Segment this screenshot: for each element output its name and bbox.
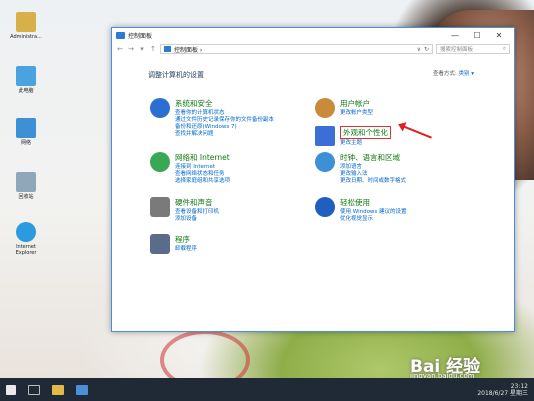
window-title: 控制面板	[128, 32, 153, 40]
programs-icon	[150, 234, 170, 254]
category-title[interactable]: 硬件和声音	[175, 197, 219, 208]
taskbar: 23:12 2018/6/27 星期三	[0, 378, 534, 401]
category-link[interactable]: 通过文件历史记录保存你的文件备份副本	[175, 117, 274, 124]
category-link[interactable]: 更改日期、时间或数字格式	[340, 178, 406, 185]
recent-locations-button[interactable]: ▾	[138, 45, 146, 53]
category-system-security: 系统和安全 查看你的计算机状态 通过文件历史记录保存你的文件备份副本 备份和还原…	[150, 98, 274, 138]
category-title[interactable]: 系统和安全	[175, 98, 274, 109]
category-user-accounts: 用户帐户 更改帐户类型	[315, 98, 373, 118]
control-panel-icon	[116, 31, 125, 39]
address-field[interactable]: 控制面板 › ∨ ↻	[160, 44, 433, 54]
start-button[interactable]	[6, 384, 16, 395]
category-link[interactable]: 添加设备	[175, 216, 219, 223]
maximize-button[interactable]: ☐	[466, 31, 488, 40]
category-appearance-personalization: 外观和个性化 更改主题	[315, 126, 391, 147]
desktop-icon-network[interactable]: 网络	[6, 118, 46, 146]
view-by-label: 查看方式:	[432, 71, 457, 77]
category-clock-language-region: 时钟、语言和区域 添加语言 更改输入法 更改日期、时间或数字格式	[315, 152, 406, 185]
category-title[interactable]: 外观和个性化	[340, 126, 391, 139]
category-link[interactable]: 选择家庭组和共享选项	[175, 178, 230, 185]
category-link[interactable]: 查看你的计算机状态	[175, 110, 274, 117]
clock-icon	[315, 152, 335, 172]
category-ease-of-access: 轻松使用 使用 Windows 建议的设置 优化视觉显示	[315, 197, 407, 223]
category-title[interactable]: 用户帐户	[340, 98, 373, 109]
desktop-icon-internet-explorer[interactable]: Internet Explorer	[6, 222, 46, 256]
control-panel-window: 控制面板 — ☐ ✕ ← → ▾ ↑ 控制面板 › ∨ ↻ 搜索控制面板 ⌕ 调…	[111, 27, 515, 332]
ie-icon	[16, 222, 36, 242]
view-by: 查看方式: 类别 ▾	[433, 69, 474, 77]
control-panel-taskbar-icon[interactable]	[76, 384, 88, 395]
accessibility-icon	[315, 197, 335, 217]
back-button[interactable]: ←	[116, 45, 124, 53]
category-link[interactable]: 更改输入法	[340, 171, 406, 178]
category-title[interactable]: 时钟、语言和区域	[340, 152, 406, 163]
desktop-icon-this-pc[interactable]: 此电脑	[6, 66, 46, 94]
clock-time: 23:12	[510, 382, 528, 390]
forward-button[interactable]: →	[127, 45, 135, 53]
view-by-dropdown[interactable]: 类别 ▾	[458, 71, 474, 77]
category-link[interactable]: 备份和还原(Windows 7)	[175, 124, 274, 131]
category-title[interactable]: 程序	[175, 234, 197, 245]
category-link[interactable]: 卸载程序	[175, 246, 197, 253]
system-tray[interactable]: 23:12 2018/6/27 星期三	[477, 383, 528, 397]
category-programs: 程序 卸载程序	[150, 234, 197, 254]
users-icon	[315, 98, 335, 118]
category-network-internet: 网络和 Internet 连接到 Internet 查看网络状态和任务 选择家庭…	[150, 152, 230, 185]
printer-icon	[150, 197, 170, 217]
close-button[interactable]: ✕	[488, 31, 510, 40]
category-link[interactable]: 优化视觉显示	[340, 216, 407, 223]
title-bar[interactable]: 控制面板 — ☐ ✕	[112, 28, 514, 42]
desktop-icon-administrator[interactable]: Administra...	[6, 12, 46, 40]
network-icon	[16, 118, 36, 138]
category-link[interactable]: 更改主题	[340, 140, 391, 147]
category-link[interactable]: 连接到 Internet	[175, 164, 230, 171]
search-input[interactable]: 搜索控制面板 ⌕	[436, 44, 510, 54]
category-title[interactable]: 网络和 Internet	[175, 152, 230, 163]
shield-icon	[150, 98, 170, 118]
category-hardware-sound: 硬件和声音 查看设备和打印机 添加设备	[150, 197, 219, 223]
desktop-icon-recycle-bin[interactable]: 回收站	[6, 172, 46, 200]
recycle-bin-icon	[16, 172, 36, 192]
category-link[interactable]: 使用 Windows 建议的设置	[340, 209, 407, 216]
category-title[interactable]: 轻松使用	[340, 197, 407, 208]
control-panel-content: 调整计算机的设置 查看方式: 类别 ▾	[112, 56, 514, 100]
minimize-button[interactable]: —	[444, 31, 466, 40]
address-bar: ← → ▾ ↑ 控制面板 › ∨ ↻ 搜索控制面板 ⌕	[112, 42, 514, 56]
category-link[interactable]: 查看网络状态和任务	[175, 171, 230, 178]
search-icon: ⌕	[502, 45, 506, 52]
globe-icon	[150, 152, 170, 172]
user-folder-icon	[16, 12, 36, 32]
control-panel-icon	[164, 46, 171, 52]
category-link[interactable]: 查找并解决问题	[175, 131, 274, 138]
category-link[interactable]: 查看设备和打印机	[175, 209, 219, 216]
file-explorer-icon[interactable]	[52, 384, 64, 395]
clock-date: 2018/6/27 星期三	[477, 389, 528, 397]
breadcrumb: 控制面板 ›	[174, 46, 203, 54]
up-button[interactable]: ↑	[149, 45, 157, 53]
appearance-icon	[315, 126, 335, 146]
task-view-button[interactable]	[28, 384, 40, 395]
computer-icon	[16, 66, 36, 86]
category-link[interactable]: 添加语言	[340, 164, 406, 171]
address-dropdown-icon[interactable]: ∨	[417, 46, 421, 53]
category-link[interactable]: 更改帐户类型	[340, 110, 373, 117]
refresh-icon[interactable]: ↻	[424, 46, 429, 53]
search-placeholder: 搜索控制面板	[440, 47, 474, 53]
